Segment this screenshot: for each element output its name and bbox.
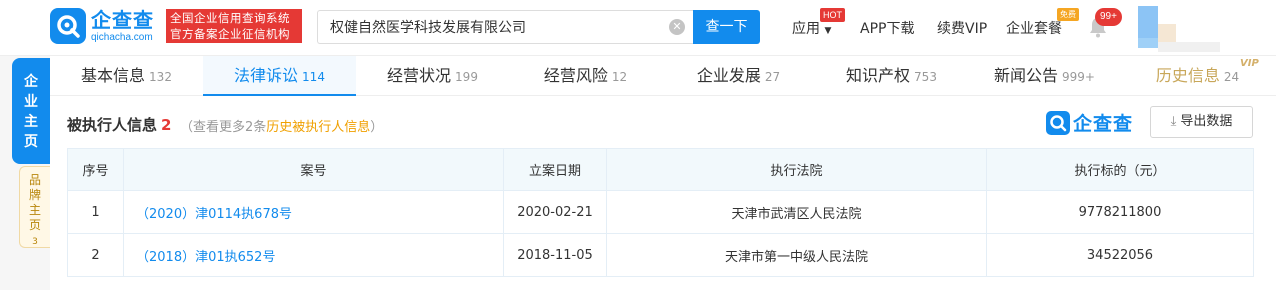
tab-label: 企业发展 (696, 66, 761, 85)
free-badge: 免费 (1057, 8, 1079, 21)
nav-app-download[interactable]: APP下载 (860, 18, 914, 38)
col-header-index: 序号 (67, 148, 124, 191)
cell-filing-date: 2020-02-21 (503, 190, 607, 234)
cell-court: 天津市第一中级人民法院 (606, 233, 987, 277)
col-header-case-no: 案号 (123, 148, 504, 191)
tab-label: 经营风险 (543, 66, 608, 85)
hot-badge: HOT (820, 8, 845, 22)
sidebar-brand-count: 3 (32, 237, 38, 247)
tab-business-risk[interactable]: 经营风险 12 (509, 56, 662, 96)
tab-basic-info[interactable]: 基本信息 132 (50, 56, 203, 96)
tab-count: 24 (1223, 70, 1240, 84)
cell-index: 2 (67, 233, 124, 277)
tab-count: 999+ (1062, 70, 1095, 84)
cell-court: 天津市武清区人民法院 (606, 190, 987, 234)
sidebar-enterprise-home-label: 企业主页 (24, 74, 38, 150)
clear-icon[interactable]: ✕ (669, 19, 685, 35)
cell-amount: 9778211800 (986, 190, 1254, 234)
tab-news[interactable]: 新闻公告 999+ (968, 56, 1121, 96)
search-box: ✕ (317, 10, 693, 44)
tab-ip[interactable]: 知识产权 753 (815, 56, 968, 96)
cell-case-link[interactable]: （2018）津01执652号 (123, 233, 504, 277)
tab-count: 199 (455, 70, 478, 84)
sidebar-brand-home-label: 品牌主页 (28, 173, 41, 232)
notification-count: 99+ (1095, 8, 1122, 26)
tab-label: 新闻公告 (994, 66, 1059, 85)
chevron-down-icon: ▼ (824, 26, 832, 36)
section-more-suffix: ） (370, 120, 384, 135)
col-header-amount: 执行标的（元） (986, 148, 1254, 191)
tab-count: 132 (149, 70, 172, 84)
table-row: 2 （2018）津01执652号 2018-11-05 天津市第一中级人民法院 … (67, 233, 1254, 277)
section-title-text: 被执行人信息 (67, 116, 158, 134)
tab-business-status[interactable]: 经营状况 199 (356, 56, 509, 96)
nav-enterprise-package[interactable]: 企业套餐 (1006, 18, 1062, 38)
tab-count: 27 (764, 70, 781, 84)
tab-bar: 基本信息 132 法律诉讼 114 经营状况 199 经营风险 12 企业发展 27 知识… (50, 56, 1276, 96)
avatar[interactable] (1138, 6, 1220, 52)
official-badge: 全国企业信用查询系统 官方备案企业征信机构 (166, 9, 302, 43)
qcc-logo-icon (1046, 110, 1070, 135)
main-content: 基本信息 132 法律诉讼 114 经营状况 199 经营风险 12 企业发展 27 知识… (50, 56, 1276, 290)
tab-label: 法律诉讼 (234, 66, 299, 85)
search-input[interactable] (318, 11, 648, 43)
section-more-prefix: （查看更多2条 (180, 120, 267, 135)
site-logo[interactable]: 企查查 qichacha.com (50, 8, 167, 44)
section-more: （查看更多2条历史被执行人信息） (180, 116, 383, 135)
slogan-line-2: 官方备案企业征信机构 (170, 27, 290, 41)
nav-renew-vip[interactable]: 续费VIP (937, 18, 987, 38)
download-icon: ⤓ (1170, 114, 1177, 129)
top-bar: 企查查 qichacha.com 全国企业信用查询系统 官方备案企业征信机构 ✕… (0, 0, 1276, 56)
logo-text: 企查查 qichacha.com (91, 8, 167, 44)
tab-count: 114 (302, 70, 325, 84)
search-button[interactable]: 查一下 (693, 10, 760, 44)
logo-mark-icon (50, 8, 86, 44)
tab-count: 753 (914, 70, 937, 84)
slogan-line-1: 全国企业信用查询系统 (170, 11, 290, 25)
qcc-logo-text: 企查查 (1073, 113, 1134, 135)
export-label: 导出数据 (1180, 114, 1233, 129)
executed-person-table: 序号 案号 立案日期 执行法院 执行标的（元） 1 （2020）津0114执67… (67, 148, 1254, 277)
logo-en: qichacha.com (91, 32, 153, 43)
qcc-watermark: 企查查 (1046, 109, 1133, 136)
table-row: 1 （2020）津0114执678号 2020-02-21 天津市武清区人民法院… (67, 190, 1254, 234)
tab-development[interactable]: 企业发展 27 (662, 56, 815, 96)
tab-label: 经营状况 (387, 66, 452, 85)
col-header-filing-date: 立案日期 (503, 148, 607, 191)
section-count: 2 (161, 116, 172, 134)
tab-count: 12 (611, 70, 628, 84)
cell-case-link[interactable]: （2020）津0114执678号 (123, 190, 504, 234)
logo-cn: 企查查 (91, 8, 154, 32)
cell-amount: 34522056 (986, 233, 1254, 277)
export-button[interactable]: ⤓ 导出数据 (1150, 106, 1253, 138)
vip-badge: VIP (1240, 58, 1259, 69)
section-title: 被执行人信息 2 (67, 114, 171, 135)
tab-label: 基本信息 (81, 66, 146, 85)
nav-apply-label: 应用 (792, 21, 820, 37)
cell-filing-date: 2018-11-05 (503, 233, 607, 277)
tab-label: 历史信息 (1155, 66, 1220, 85)
col-header-court: 执行法院 (606, 148, 987, 191)
cell-index: 1 (67, 190, 124, 234)
history-executed-link[interactable]: 历史被执行人信息 (266, 120, 370, 135)
sidebar-enterprise-home[interactable]: 企业主页 (12, 58, 50, 164)
tab-label: 知识产权 (846, 66, 911, 85)
tab-legal-litigation[interactable]: 法律诉讼 114 (203, 56, 356, 96)
table-header-row: 序号 案号 立案日期 执行法院 执行标的（元） (67, 148, 1254, 191)
sidebar-brand-home[interactable]: 品牌主页 3 (19, 166, 50, 248)
